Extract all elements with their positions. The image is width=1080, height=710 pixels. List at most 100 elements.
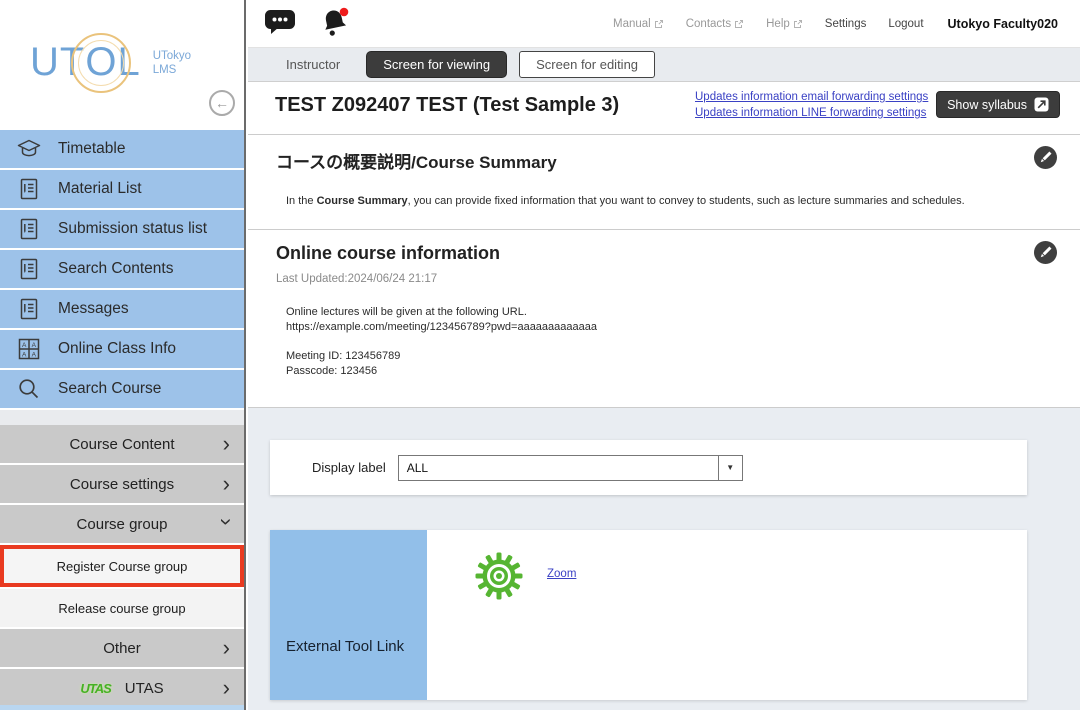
messages-icon bbox=[16, 296, 42, 322]
sidebar-group-label: Course group bbox=[77, 516, 168, 533]
chevron-right-icon: › bbox=[223, 473, 230, 495]
logo-area: UTOL UTokyoLMS ← bbox=[0, 0, 244, 130]
sidebar-bottom-strip bbox=[0, 705, 244, 710]
sidebar-subitem-register-course-group[interactable]: Register Course group bbox=[0, 545, 244, 587]
utas-logo-icon: UTAS bbox=[80, 681, 110, 696]
sidebar-group-label: Course settings bbox=[70, 476, 174, 493]
sidebar-group-course-content[interactable]: Course Content › bbox=[0, 425, 244, 463]
sidebar-collapse-button[interactable]: ← bbox=[209, 90, 235, 116]
chevron-right-icon: › bbox=[223, 637, 230, 659]
screen-for-viewing-button[interactable]: Screen for viewing bbox=[366, 51, 507, 78]
forwarding-links: Updates information email forwarding set… bbox=[695, 91, 928, 119]
online-course-body: Online lectures will be given at the fol… bbox=[286, 305, 1052, 379]
topbar-link-settings[interactable]: Settings bbox=[825, 18, 867, 30]
sidebar-item-online-class-info[interactable]: AAAA Online Class Info bbox=[0, 330, 244, 368]
course-title: TEST Z092407 TEST (Test Sample 3) bbox=[275, 94, 619, 117]
notification-dot bbox=[340, 8, 349, 17]
online-class-grid-icon: AAAA bbox=[16, 336, 42, 362]
sidebar-group-course-settings[interactable]: Course settings › bbox=[0, 465, 244, 503]
show-syllabus-label: Show syllabus bbox=[947, 98, 1027, 112]
sidebar-item-material-list[interactable]: Material List bbox=[0, 170, 244, 208]
sidebar-item-label: Submission status list bbox=[58, 220, 207, 238]
external-link-icon bbox=[793, 19, 803, 29]
edit-pencil-icon[interactable] bbox=[1034, 146, 1057, 172]
user-name: Utokyo Faculty020 bbox=[948, 17, 1058, 31]
edit-pencil-icon[interactable] bbox=[1034, 241, 1057, 267]
display-label-card: Display label ALL ▼ bbox=[270, 440, 1027, 495]
sidebar-group-utas[interactable]: UTAS UTAS › bbox=[0, 669, 244, 707]
content-lower-area: Display label ALL ▼ External Tool Link bbox=[248, 408, 1080, 710]
chevron-right-icon: › bbox=[223, 433, 230, 455]
zoom-link[interactable]: Zoom bbox=[547, 568, 576, 580]
last-updated-text: Last Updated:2024/06/24 21:17 bbox=[276, 273, 1052, 285]
external-link-icon bbox=[734, 19, 744, 29]
topbar-link-manual[interactable]: Manual bbox=[613, 18, 664, 30]
external-link-icon bbox=[654, 19, 664, 29]
view-mode-bar: Instructor Screen for viewing Screen for… bbox=[248, 48, 1080, 82]
messages-bubble-icon[interactable] bbox=[264, 8, 297, 39]
sidebar-subitem-release-course-group[interactable]: Release course group bbox=[0, 589, 244, 627]
online-lecture-line: Online lectures will be given at the fol… bbox=[286, 305, 1052, 320]
course-summary-section: コースの概要説明/Course Summary In the Course Su… bbox=[248, 135, 1080, 230]
chevron-right-icon: › bbox=[223, 677, 230, 699]
course-summary-body: In the Course Summary, you can provide f… bbox=[286, 194, 1052, 209]
sidebar-subitem-label: Release course group bbox=[58, 601, 185, 616]
svg-text:A: A bbox=[32, 351, 37, 358]
svg-text:A: A bbox=[22, 342, 27, 349]
passcode: Passcode: 123456 bbox=[286, 364, 1052, 379]
course-summary-heading: コースの概要説明/Course Summary bbox=[276, 148, 1052, 173]
sidebar-spacer bbox=[0, 410, 244, 425]
display-label-text: Display label bbox=[312, 460, 386, 475]
online-course-info-heading: Online course information bbox=[276, 243, 1052, 264]
line-forwarding-settings-link[interactable]: Updates information LINE forwarding sett… bbox=[695, 107, 928, 119]
svg-text:A: A bbox=[22, 351, 27, 358]
sidebar-item-search-course[interactable]: Search Course bbox=[0, 370, 244, 408]
external-link-icon bbox=[1034, 97, 1049, 112]
display-label-select[interactable]: ALL ▼ bbox=[398, 455, 743, 481]
submission-list-icon bbox=[16, 216, 42, 242]
utol-lms-screen: UTOL UTokyoLMS ← Timetable Material List… bbox=[0, 0, 1080, 710]
sidebar-item-label: Material List bbox=[58, 180, 142, 198]
sidebar: UTOL UTokyoLMS ← Timetable Material List… bbox=[0, 0, 246, 710]
sidebar-group-label: Other bbox=[103, 640, 141, 657]
sidebar-item-messages[interactable]: Messages bbox=[0, 290, 244, 328]
search-contents-icon bbox=[16, 256, 42, 282]
external-tool-panel: External Tool Link bbox=[270, 530, 427, 700]
logo-text: UTOL bbox=[30, 40, 141, 85]
notification-bell-icon[interactable] bbox=[319, 6, 351, 41]
chevron-down-icon: › bbox=[215, 518, 237, 525]
course-header: TEST Z092407 TEST (Test Sample 3) Update… bbox=[248, 82, 1080, 135]
sidebar-item-label: Online Class Info bbox=[58, 340, 176, 358]
screen-for-editing-button[interactable]: Screen for editing bbox=[519, 51, 655, 78]
sidebar-group-label: UTAS bbox=[125, 680, 164, 697]
topbar-link-logout[interactable]: Logout bbox=[888, 18, 923, 30]
sidebar-item-timetable[interactable]: Timetable bbox=[0, 130, 244, 168]
graduation-cap-icon bbox=[16, 136, 42, 162]
sidebar-item-submission-status[interactable]: Submission status list bbox=[0, 210, 244, 248]
utol-logo: UTOL UTokyoLMS bbox=[30, 40, 191, 85]
magnifier-icon bbox=[16, 376, 42, 402]
sidebar-item-search-contents[interactable]: Search Contents bbox=[0, 250, 244, 288]
sidebar-item-label: Search Contents bbox=[58, 260, 173, 278]
sidebar-group-course-group[interactable]: Course group › bbox=[0, 505, 244, 543]
selected-value: ALL bbox=[399, 456, 718, 480]
sidebar-group-label: Course Content bbox=[69, 436, 174, 453]
meeting-id: Meeting ID: 123456789 bbox=[286, 349, 1052, 364]
dropdown-arrow-icon: ▼ bbox=[718, 456, 742, 480]
email-forwarding-settings-link[interactable]: Updates information email forwarding set… bbox=[695, 91, 928, 103]
main-area: Manual Contacts Help Settings Logout Uto… bbox=[248, 0, 1080, 710]
help-label: Help bbox=[766, 18, 790, 30]
material-list-icon bbox=[16, 176, 42, 202]
topbar-link-help[interactable]: Help bbox=[766, 18, 803, 30]
sidebar-subitem-label: Register Course group bbox=[57, 559, 188, 574]
logo-subtitle: UTokyoLMS bbox=[153, 49, 191, 77]
show-syllabus-button[interactable]: Show syllabus bbox=[936, 91, 1060, 118]
sidebar-item-label: Search Course bbox=[58, 380, 161, 398]
external-tool-panel-label: External Tool Link bbox=[286, 638, 404, 655]
sidebar-item-label: Messages bbox=[58, 300, 129, 318]
sidebar-group-other[interactable]: Other › bbox=[0, 629, 244, 667]
role-label: Instructor bbox=[286, 57, 340, 72]
gear-icon bbox=[475, 552, 523, 605]
contacts-label: Contacts bbox=[686, 18, 731, 30]
topbar-link-contacts[interactable]: Contacts bbox=[686, 18, 744, 30]
